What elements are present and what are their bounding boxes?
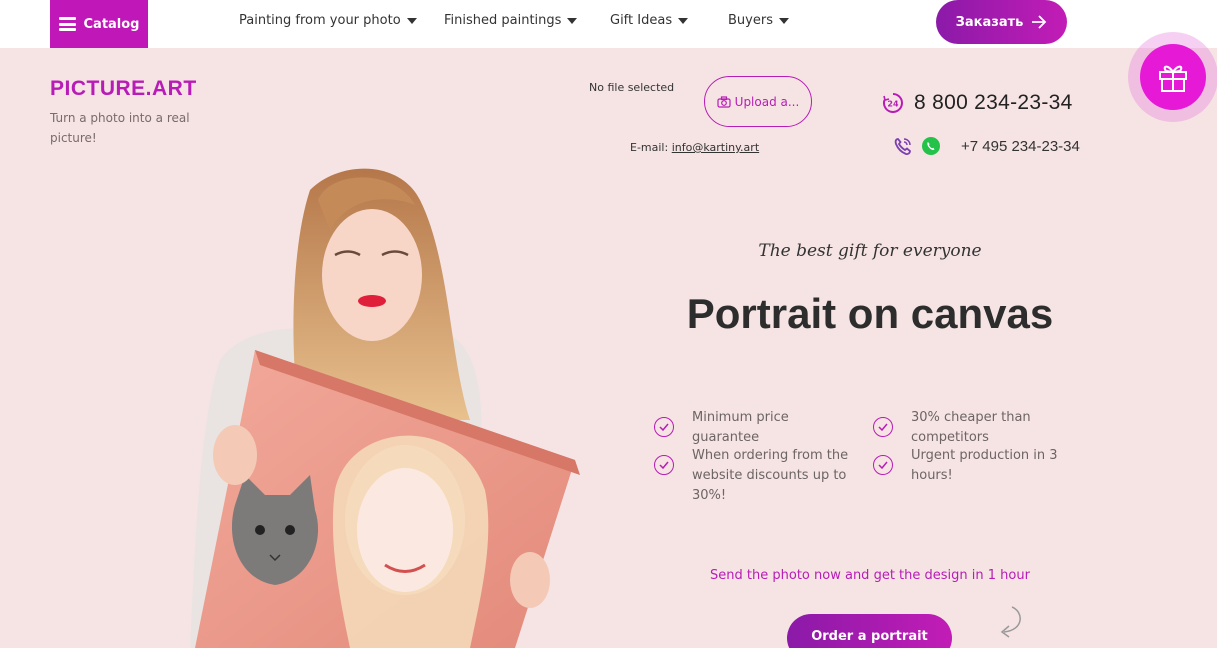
feature-item: When ordering from the website discounts… [654, 446, 854, 506]
phone-secondary-block: +7 495 234-23-34 [893, 136, 1080, 156]
email-link[interactable]: info@kartiny.art [672, 141, 759, 154]
email-contact: E-mail: info@kartiny.art [630, 141, 759, 154]
upload-photo-button[interactable]: Upload a... [704, 76, 812, 127]
gift-button[interactable] [1140, 44, 1206, 110]
check-circle-icon [873, 455, 893, 475]
whatsapp-icon[interactable] [921, 136, 941, 156]
menu-icon [58, 17, 76, 31]
upload-label: Upload a... [734, 94, 800, 109]
check-circle-icon [654, 417, 674, 437]
viber-icon[interactable] [893, 136, 913, 156]
phone-secondary[interactable]: +7 495 234-23-34 [961, 138, 1080, 155]
site-tagline: Turn a photo into a real picture! [50, 111, 190, 145]
svg-text:24: 24 [887, 100, 899, 109]
feature-text: Minimum price guarantee [692, 410, 789, 445]
site-logo[interactable]: PICTURE.ART [50, 77, 197, 101]
order-portrait-button[interactable]: Order a portrait [787, 614, 952, 648]
feature-item: Urgent production in 3 hours! [873, 446, 1063, 486]
arrow-right-icon [1032, 15, 1047, 29]
hero-kicker: The best gift for everyone [758, 241, 982, 261]
chevron-down-icon [567, 18, 578, 24]
order-portrait-label: Order a portrait [811, 629, 928, 644]
phone-24-icon: 24 [883, 93, 903, 113]
catalog-button[interactable]: Catalog [50, 0, 148, 48]
feature-item: Minimum price guarantee [654, 408, 854, 448]
phone-main[interactable]: 8 800 234-23-34 [914, 91, 1073, 115]
top-navigation: Catalog Painting from your photo Finishe… [0, 0, 1217, 48]
order-button-label: Заказать [955, 14, 1024, 30]
hero-title: Portrait on canvas [686, 290, 1054, 337]
feature-item: 30% cheaper than competitors [873, 408, 1063, 448]
check-circle-icon [873, 417, 893, 437]
chevron-down-icon [778, 18, 789, 24]
file-input-status: No file selected [589, 81, 675, 94]
nav-item-label: Gift Ideas [610, 12, 673, 28]
feature-text: When ordering from the website discounts… [692, 448, 849, 503]
chevron-down-icon [678, 18, 689, 24]
phone-main-block: 24 8 800 234-23-34 [882, 91, 1073, 115]
curved-arrow-icon [1000, 606, 1021, 638]
nav-item-label: Finished paintings [444, 12, 562, 28]
chevron-down-icon [406, 18, 417, 24]
gift-icon [1159, 65, 1187, 92]
nav-item-painting-from-photo[interactable]: Painting from your photo [239, 0, 417, 40]
cta-note: Send the photo now and get the design in… [710, 568, 1030, 583]
email-label: E-mail: [630, 141, 669, 154]
catalog-label: Catalog [83, 16, 140, 32]
nav-item-label: Painting from your photo [239, 12, 401, 28]
nav-item-gift-ideas[interactable]: Gift Ideas [610, 0, 689, 40]
nav-item-finished-paintings[interactable]: Finished paintings [444, 0, 578, 40]
camera-icon [717, 95, 731, 108]
feature-text: Urgent production in 3 hours! [911, 448, 1058, 483]
feature-text: 30% cheaper than competitors [911, 410, 1031, 445]
order-button[interactable]: Заказать [936, 0, 1067, 44]
nav-item-buyers[interactable]: Buyers [728, 0, 789, 40]
check-circle-icon [654, 455, 674, 475]
nav-item-label: Buyers [728, 12, 773, 28]
hero-photo-woman-with-canvas [190, 168, 580, 648]
